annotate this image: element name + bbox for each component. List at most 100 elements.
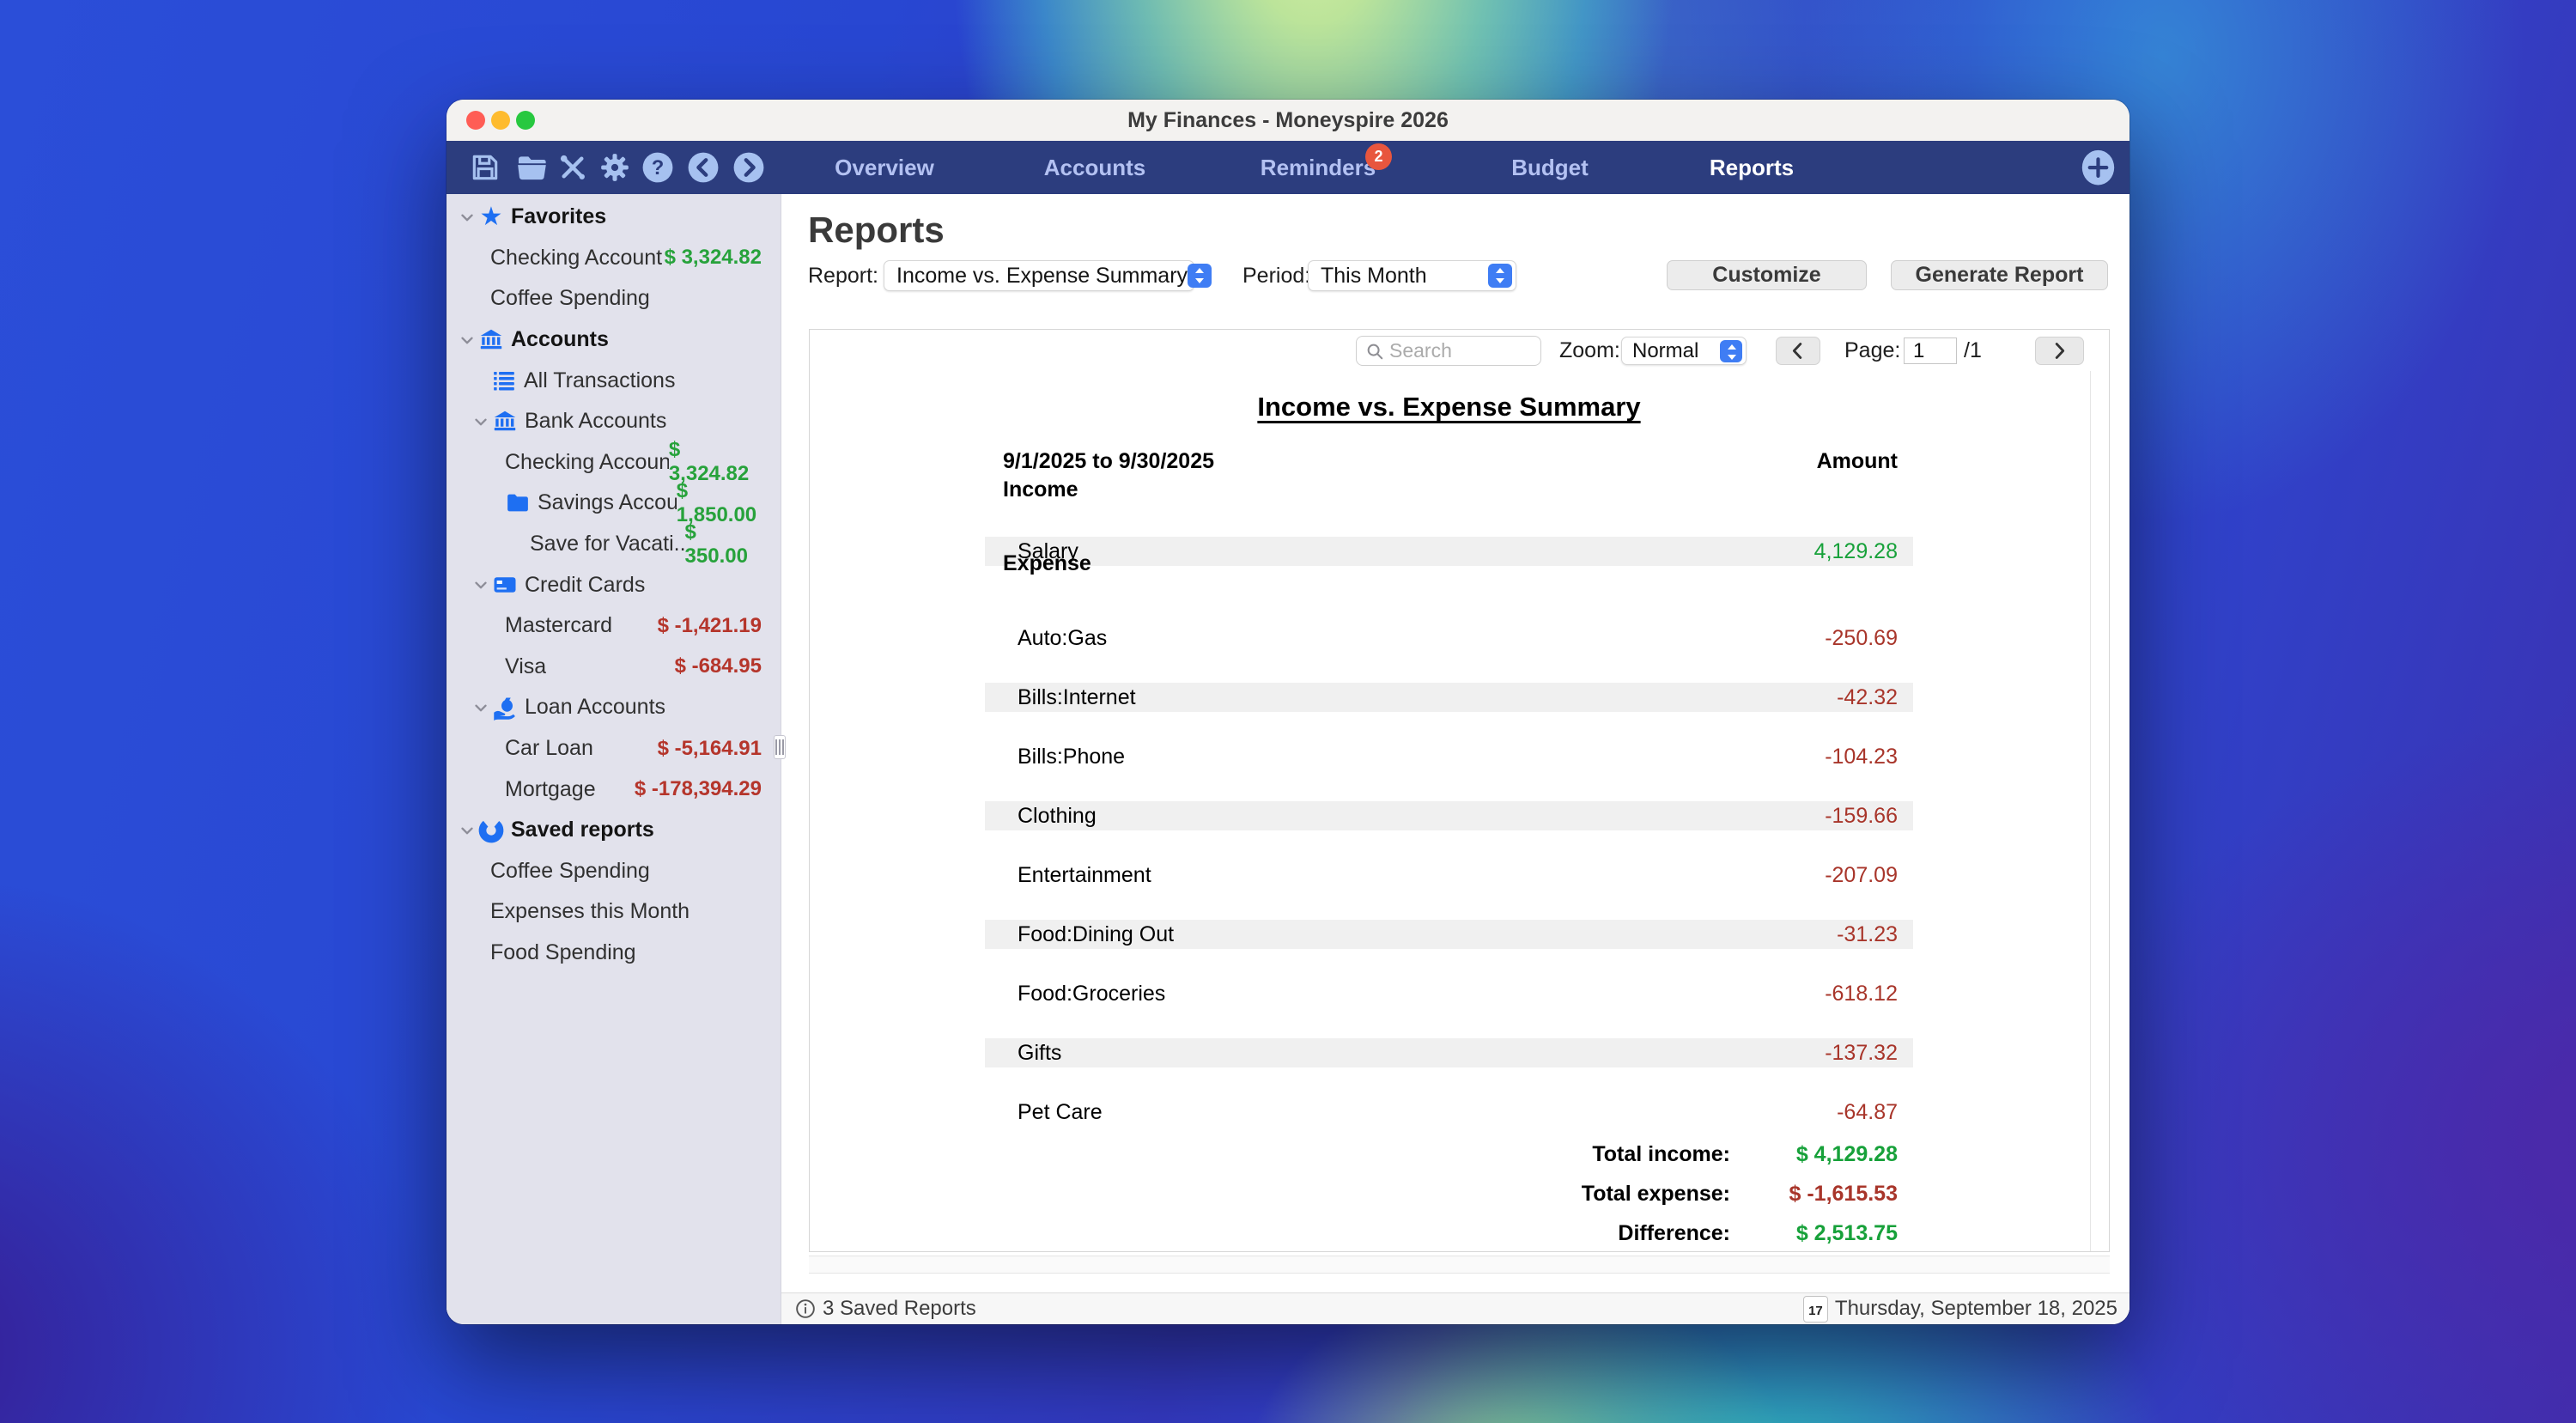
donut-chart-icon: [478, 818, 504, 843]
page-number-input[interactable]: [1904, 338, 1957, 364]
account-balance: $ 350.00: [685, 520, 781, 569]
report-page: Income vs. Expense Summary 9/1/2025 to 9…: [985, 371, 1913, 1238]
sidebar-item-expenses-this-month[interactable]: Expenses this Month: [447, 891, 781, 933]
page-label: Page:: [1844, 330, 1900, 371]
bank-icon: [478, 327, 504, 353]
report-row: Gifts-137.32: [985, 1038, 1913, 1067]
chevron-left-icon: [1777, 338, 1820, 364]
previous-page-button[interactable]: [1776, 337, 1820, 365]
gear-icon[interactable]: [598, 151, 631, 184]
sidebar-section-accounts[interactable]: Accounts: [447, 319, 781, 361]
sidebar-splitter-handle[interactable]: [774, 735, 786, 759]
customize-button[interactable]: Customize: [1667, 260, 1867, 290]
income-section-header: Income: [1003, 477, 1078, 502]
info-icon[interactable]: [795, 1298, 816, 1319]
chevron-down-icon[interactable]: [458, 331, 477, 350]
sidebar-item-save-for-vacation[interactable]: Save for Vacati... $ 350.00: [447, 524, 781, 565]
nav-tab-budget[interactable]: Budget: [1511, 141, 1589, 194]
main-toolbar: ? Overview Accounts Reminders Budget Rep…: [447, 141, 2129, 194]
open-folder-icon[interactable]: [515, 151, 548, 184]
sidebar-item-mortgage[interactable]: Mortgage $ -178,394.29: [447, 769, 781, 810]
sidebar-item-food-spending[interactable]: Food Spending: [447, 933, 781, 974]
select-arrows-icon: [1488, 264, 1512, 288]
svg-text:?: ?: [652, 156, 665, 179]
account-balance: $ 3,324.82: [665, 246, 781, 270]
saved-reports-count: 3 Saved Reports: [823, 1297, 976, 1321]
list-icon: [491, 368, 517, 393]
back-icon[interactable]: [687, 151, 720, 184]
sidebar-section-saved-reports[interactable]: Saved reports: [447, 810, 781, 851]
account-balance: $ -684.95: [675, 654, 781, 678]
chevron-down-icon[interactable]: [471, 575, 490, 594]
sidebar-item-saved-coffee-spending[interactable]: Coffee Spending: [447, 851, 781, 892]
help-icon[interactable]: ?: [641, 151, 674, 184]
sidebar: ★ Favorites Checking Account $ 3,324.82 …: [447, 194, 781, 1324]
star-icon: ★: [478, 204, 504, 230]
nav-tab-reports[interactable]: Reports: [1710, 141, 1794, 194]
generate-report-button[interactable]: Generate Report: [1891, 260, 2108, 290]
sidebar-item-all-transactions[interactable]: All Transactions: [447, 360, 781, 401]
sidebar-item-coffee-spending[interactable]: Coffee Spending: [447, 278, 781, 319]
sidebar-section-favorites[interactable]: ★ Favorites: [447, 197, 781, 238]
select-arrows-icon: [1188, 264, 1212, 288]
horizontal-scrollbar-track[interactable]: [809, 1256, 2110, 1274]
report-label: Report:: [808, 260, 878, 291]
report-row: Pet Care-64.87: [985, 1098, 1913, 1127]
credit-card-icon: [492, 572, 518, 598]
report-row: Auto:Gas-250.69: [985, 623, 1913, 653]
account-balance: $ -5,164.91: [658, 737, 781, 761]
chevron-down-icon[interactable]: [458, 821, 477, 840]
total-income-row: Total income: $ 4,129.28: [985, 1141, 1913, 1167]
tools-icon[interactable]: [556, 151, 589, 184]
sidebar-item-savings-account[interactable]: Savings Account $ 1,850.00: [447, 483, 781, 524]
sidebar-section-bank-accounts[interactable]: Bank Accounts: [447, 401, 781, 442]
sidebar-section-loan-accounts[interactable]: Loan Accounts: [447, 687, 781, 728]
status-bar: 3 Saved Reports 17 Thursday, September 1…: [781, 1292, 2129, 1324]
chevron-down-icon[interactable]: [471, 412, 490, 431]
difference-row: Difference: $ 2,513.75: [985, 1220, 1913, 1246]
search-input[interactable]: [1389, 339, 1518, 362]
select-arrows-icon: [1720, 340, 1742, 362]
search-field[interactable]: [1356, 336, 1541, 366]
sidebar-item-car-loan[interactable]: Car Loan $ -5,164.91: [447, 728, 781, 769]
report-row: Food:Dining Out-31.23: [985, 920, 1913, 949]
sidebar-item-checking-account[interactable]: Checking Account $ 3,324.82: [447, 238, 781, 279]
chevron-down-icon[interactable]: [458, 208, 477, 227]
report-row: Food:Groceries-618.12: [985, 979, 1913, 1008]
sidebar-item-visa[interactable]: Visa $ -684.95: [447, 647, 781, 688]
expense-rows: Auto:Gas-250.69 Bills:Internet-42.32 Bil…: [985, 623, 1913, 1157]
zoom-select[interactable]: Normal: [1621, 337, 1747, 365]
report-viewer: Zoom: Normal Page: /1: [809, 329, 2110, 1252]
nav-tab-reminders[interactable]: Reminders: [1261, 141, 1376, 194]
report-scrollbar-track[interactable]: [2090, 371, 2091, 1251]
save-icon[interactable]: [469, 151, 501, 184]
sidebar-section-credit-cards[interactable]: Credit Cards: [447, 564, 781, 605]
sidebar-item-checking-account-2[interactable]: Checking Account $ 3,324.82: [447, 442, 781, 483]
nav-tab-overview[interactable]: Overview: [835, 141, 934, 194]
report-header-row: 9/1/2025 to 9/30/2025 Amount: [985, 449, 1913, 475]
nav-tab-accounts[interactable]: Accounts: [1044, 141, 1145, 194]
report-row: Entertainment-207.09: [985, 860, 1913, 890]
window-body: ★ Favorites Checking Account $ 3,324.82 …: [447, 194, 2129, 1324]
calendar-icon[interactable]: 17: [1803, 1296, 1828, 1323]
period-select[interactable]: This Month: [1308, 260, 1516, 291]
window-title: My Finances - Moneyspire 2026: [447, 100, 2129, 141]
page-title: Reports: [808, 210, 945, 251]
report-select[interactable]: Income vs. Expense Summary: [884, 260, 1194, 291]
current-date: Thursday, September 18, 2025: [1835, 1297, 2117, 1321]
add-icon[interactable]: [2081, 149, 2115, 185]
chevron-down-icon[interactable]: [471, 698, 490, 717]
chevron-right-icon: [2036, 338, 2083, 364]
report-row-salary: Salary 4,129.28: [985, 537, 1913, 566]
sidebar-item-mastercard[interactable]: Mastercard $ -1,421.19: [447, 605, 781, 647]
amount-column-header: Amount: [1817, 449, 1898, 475]
account-balance: $ -178,394.29: [635, 777, 781, 801]
report-title: Income vs. Expense Summary: [985, 392, 1913, 423]
app-window: My Finances - Moneyspire 2026 ? Overview…: [447, 100, 2129, 1324]
search-icon: [1365, 342, 1384, 361]
bank-icon: [492, 409, 518, 435]
report-row: Bills:Phone-104.23: [985, 742, 1913, 771]
next-page-button[interactable]: [2035, 337, 2084, 365]
forward-icon[interactable]: [732, 151, 765, 184]
report-viewer-toolbar: Zoom: Normal Page: /1: [810, 330, 2109, 371]
